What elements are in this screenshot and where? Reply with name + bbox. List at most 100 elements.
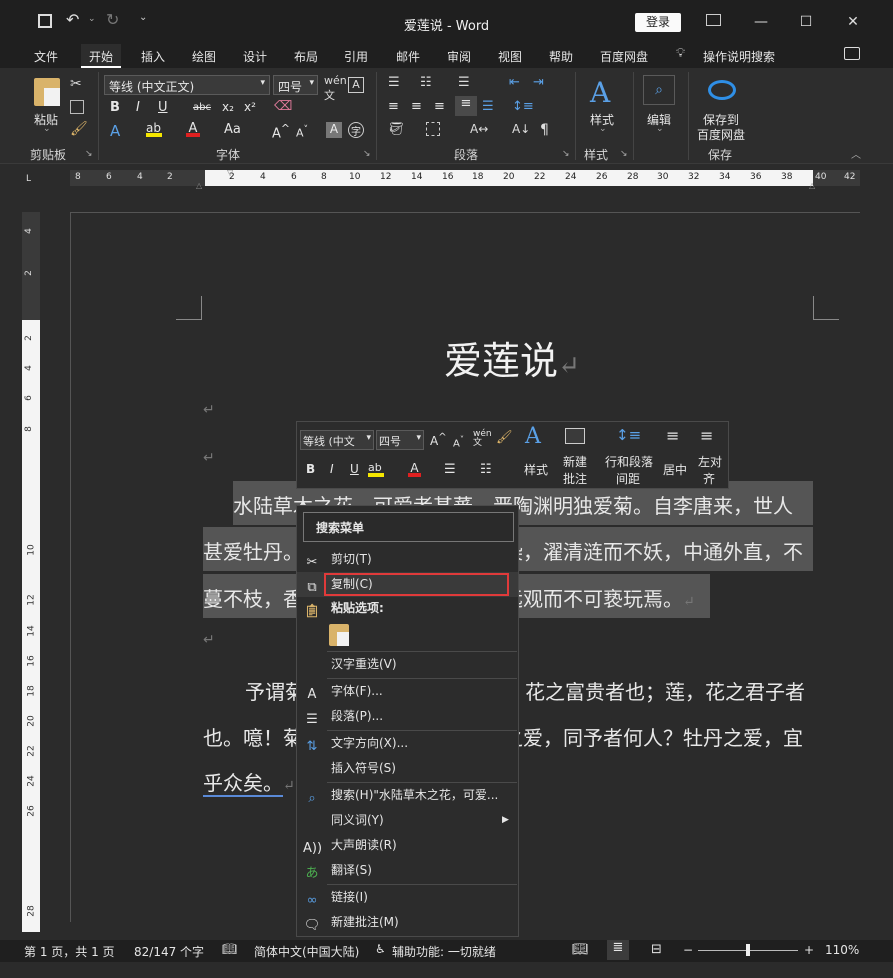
font-size-combo[interactable]: 四号 ▾ [273,75,318,95]
tab-layout[interactable]: 布局 [294,48,318,65]
spacing-label-2[interactable]: 间距 [616,470,640,487]
sort-icon[interactable]: A↓ [512,122,530,136]
left-align-label-1[interactable]: 左对 [698,453,722,470]
baidu-cloud-icon[interactable] [708,80,736,100]
italic-icon[interactable]: I [330,462,334,476]
login-button[interactable]: 登录 [635,13,681,32]
menu-read-aloud[interactable]: A)) 大声朗读(R) [297,833,518,858]
tab-draw[interactable]: 绘图 [192,48,216,65]
grow-font-icon[interactable]: A^ [272,122,290,141]
clipboard-launcher-icon[interactable]: ↘ [85,149,93,159]
maximize-button[interactable]: ☐ [791,8,821,36]
collapse-ribbon-icon[interactable]: ︿ [851,146,861,161]
document-title[interactable]: 爱莲说↵ [444,330,580,385]
print-layout-icon[interactable]: ≣ [607,940,629,960]
character-shading-icon[interactable]: A [326,122,342,138]
paste-icon[interactable] [34,78,60,106]
shrink-font-icon[interactable]: A˅ [296,124,308,140]
mini-styles-button[interactable]: 样式 [524,461,548,478]
clear-formatting-icon[interactable]: ⌫ [274,99,292,114]
left-indent-marker[interactable]: △ [196,181,202,190]
menu-paragraph[interactable]: ☰ 段落(P)... [297,704,518,729]
tab-help[interactable]: 帮助 [549,48,573,65]
tell-me-search[interactable]: 操作说明搜索 [703,48,775,65]
accessibility-icon[interactable]: ♿︎ [375,942,386,956]
comments-icon[interactable] [844,47,860,60]
format-painter-icon[interactable]: 🖌︎ [496,430,513,445]
justify-icon[interactable]: ≡ [455,96,477,116]
status-accessibility[interactable]: 辅助功能: 一切就绪 [392,943,496,960]
baidu-label[interactable]: 百度网盘 [697,126,745,143]
chinese-layout-icon[interactable]: A↔ [470,122,488,136]
distributed-icon[interactable]: ☰ [482,99,494,114]
text-effects-icon[interactable]: A [110,122,120,140]
new-comment-label-1[interactable]: 新建 [563,453,587,470]
menu-font[interactable]: A 字体(F)... [297,679,518,704]
font-color-icon[interactable]: A [408,461,421,477]
status-words[interactable]: 82/147 个字 [134,943,204,960]
minimize-button[interactable]: — [746,8,776,36]
phonetic-guide-icon[interactable]: wén 文 [324,74,347,103]
menu-synonyms[interactable]: 同义词(Y) ▶ [297,808,518,833]
numbering-icon[interactable]: ☷ [420,75,432,90]
zoom-in-button[interactable]: + [804,943,814,957]
strikethrough-icon[interactable]: abc [193,102,211,113]
tab-view[interactable]: 视图 [498,48,522,65]
superscript-icon[interactable]: x² [244,100,256,114]
menu-reconvert[interactable]: 汉字重选(V) [297,652,518,677]
tab-file[interactable]: 文件 [34,48,58,65]
ruler-tab-selector[interactable]: L [26,174,31,184]
mini-size-combo[interactable]: 四号 ▾ [376,430,424,450]
vertical-ruler[interactable] [22,212,40,932]
spacing-label-1[interactable]: 行和段落 [605,453,653,470]
styles-icon[interactable]: A [525,424,541,449]
edit-dropdown-icon[interactable]: ⌄ [656,124,664,134]
font-name-combo[interactable]: 等线 (中文正文) ▾ [104,75,270,95]
cut-icon[interactable]: ✂ [70,76,82,92]
shading-icon[interactable]: 🪣︎ [388,122,405,137]
increase-indent-icon[interactable]: ⇥ [533,75,544,90]
paragraph-launcher-icon[interactable]: ↘ [562,149,570,159]
format-painter-icon[interactable]: 🖌︎ [70,121,88,137]
search-menu-input[interactable]: 搜索菜单 [303,512,514,542]
read-mode-icon[interactable]: 📖︎ [572,942,589,957]
zoom-level[interactable]: 110% [825,943,859,957]
font-launcher-icon[interactable]: ↘ [363,149,371,159]
phonetic-guide-icon[interactable]: wén 文 [473,430,492,448]
underline-icon[interactable]: U [350,462,359,476]
right-indent-marker[interactable]: △ [809,181,815,190]
enclose-circle-icon[interactable]: 字 [348,122,364,138]
mini-font-combo[interactable]: 等线 (中文 ▾ [300,430,374,450]
menu-insert-symbol[interactable]: 插入符号(S) [297,756,518,781]
new-comment-label-2[interactable]: 批注 [563,470,587,487]
tab-design[interactable]: 设计 [243,48,267,65]
menu-text-direction[interactable]: ⇅ 文字方向(X)... [297,731,518,756]
styles-launcher-icon[interactable]: ↘ [620,149,628,159]
numbering-icon[interactable]: ☷ [480,462,492,477]
bullets-icon[interactable]: ☰ [388,75,400,90]
keep-text-only-icon[interactable] [329,624,349,646]
styles-dropdown-icon[interactable]: ⌄ [599,124,607,134]
bold-icon[interactable]: B [110,100,120,115]
paragraph-2-line-3[interactable]: 乎众矣。↵ [203,767,295,797]
tab-mailings[interactable]: 邮件 [396,48,420,65]
status-language[interactable]: 简体中文(中国大陆) [254,943,359,960]
first-line-indent-marker[interactable]: ▽ [227,168,233,177]
align-left-icon[interactable]: ≡ [700,426,713,445]
decrease-indent-icon[interactable]: ⇤ [509,75,520,90]
tab-home[interactable]: 开始 [81,44,122,68]
menu-new-comment[interactable]: 🗨︎ 新建批注(M) [297,910,518,935]
menu-link[interactable]: ∞ 链接(I) [297,885,518,910]
align-left-icon[interactable]: ≡ [388,99,399,114]
new-comment-icon[interactable] [565,428,585,444]
menu-smart-lookup[interactable]: ⌕ 搜索(H)"水陆草木之花，可爱... [297,783,518,808]
center-label[interactable]: 居中 [663,461,687,478]
align-center-icon[interactable]: ≡ [666,426,679,445]
tab-review[interactable]: 审阅 [447,48,471,65]
menu-translate[interactable]: あ翻译(S) [297,858,518,883]
menu-cut[interactable]: ✂ 剪切(T) [297,547,518,572]
search-icon[interactable]: ⌕ [643,75,675,105]
shrink-font-icon[interactable]: A˅ [453,434,464,449]
paste-dropdown-icon[interactable]: ⌄ [43,124,51,134]
tab-insert[interactable]: 插入 [141,48,165,65]
